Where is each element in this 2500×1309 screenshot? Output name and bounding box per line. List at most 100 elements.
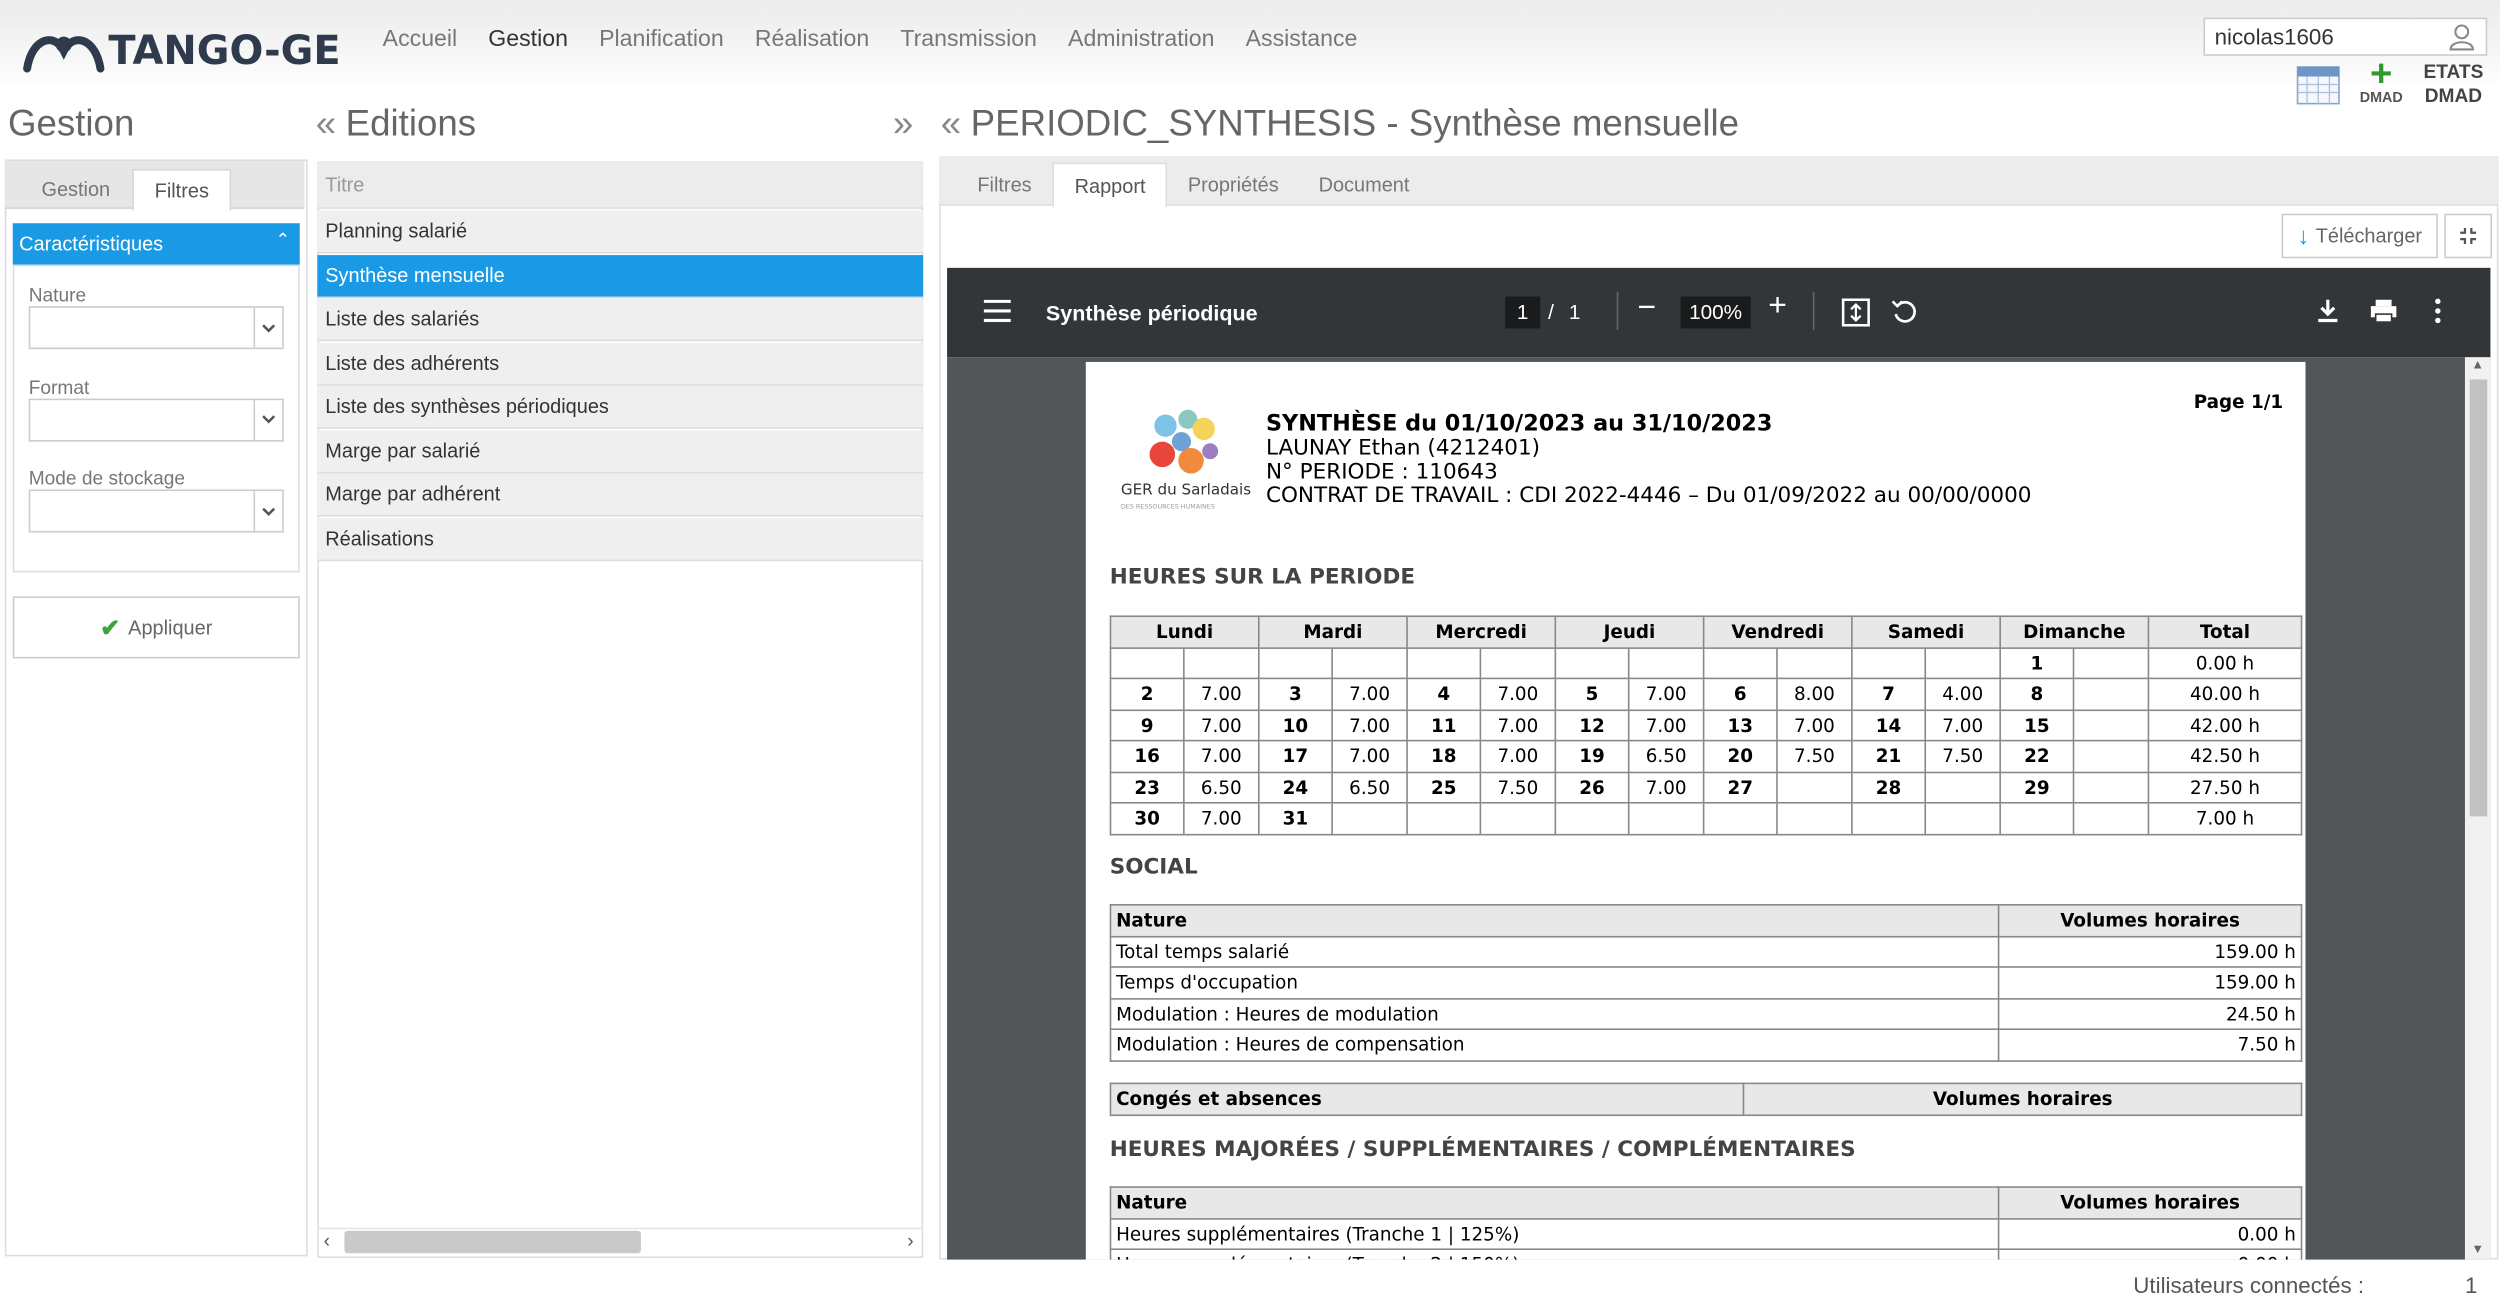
list-item[interactable]: Liste des adhérents <box>317 341 924 386</box>
day-hours: 6.50 <box>1183 770 1260 804</box>
scroll-left-icon[interactable]: ‹ <box>324 1229 330 1251</box>
collapse-left-icon[interactable]: « <box>316 102 336 145</box>
zoom-level[interactable]: 100% <box>1680 296 1751 329</box>
connected-users-count: 1 <box>2464 1272 2478 1298</box>
apply-label: Appliquer <box>128 616 213 639</box>
accordion-caracteristiques[interactable]: Caractéristiques ⌃ <box>12 223 300 265</box>
page-input[interactable]: 1 <box>1505 296 1541 329</box>
day-hours: 8.00 <box>1776 677 1853 711</box>
nav-realisation[interactable]: Réalisation <box>755 27 869 53</box>
download-button[interactable]: ↓ Télécharger <box>2281 213 2438 259</box>
day-hours <box>2072 677 2150 711</box>
day-hours <box>1627 646 1705 680</box>
select-nature[interactable] <box>28 306 284 350</box>
list-item[interactable]: Planning salarié <box>317 210 924 254</box>
day-number <box>1554 646 1630 680</box>
nav-assistance[interactable]: Assistance <box>1246 27 1358 53</box>
calendar-icon[interactable] <box>2296 64 2341 105</box>
chevron-down-icon[interactable] <box>253 307 283 348</box>
day-number: 8 <box>1999 677 2075 711</box>
day-hours: 7.50 <box>1776 739 1853 773</box>
list-item[interactable]: Liste des synthèses périodiques <box>317 385 924 429</box>
more-options-icon[interactable] <box>2435 298 2441 324</box>
maj-head-volumes: Volumes horaires <box>1997 1186 2303 1219</box>
day-number: 16 <box>1109 739 1185 773</box>
pdf-viewer[interactable]: GER du Sarladais DES RESSOURCES HUMAINES… <box>947 357 2491 1260</box>
day-number <box>1554 802 1630 835</box>
tab-filtres[interactable]: Filtres <box>132 169 232 211</box>
nature-cell: Total temps salarié <box>1109 935 2000 968</box>
day-number: 3 <box>1257 677 1333 711</box>
day-number <box>1406 802 1482 835</box>
rotate-icon[interactable] <box>1891 297 1920 326</box>
week-total: 0.00 h <box>2147 646 2303 680</box>
scrollbar-thumb[interactable] <box>344 1230 641 1254</box>
report-header: SYNTHÈSE du 01/10/2023 au 31/10/2023 LAU… <box>1265 412 2032 509</box>
pdf-scrollbar[interactable]: ▲ ▼ <box>2464 357 2491 1260</box>
calendar-row: 23 6.50 24 6.50 25 7.50 26 7.00 27 28 29 27.50 h <box>1109 770 2303 804</box>
user-field[interactable]: nicolas1606 <box>2203 17 2488 56</box>
logo-icon <box>23 36 105 73</box>
day-number: 27 <box>1702 770 1778 804</box>
list-item[interactable]: Marge par salarié <box>317 429 924 473</box>
day-number: 13 <box>1702 708 1778 742</box>
select-mode-stockage[interactable] <box>28 489 284 533</box>
nature-cell: Modulation : Heures de compensation <box>1109 1028 2000 1062</box>
day-number: 19 <box>1554 739 1630 773</box>
app-logo[interactable]: TANGO-GE <box>22 22 341 76</box>
menu-icon[interactable] <box>983 299 1011 323</box>
chevron-up-icon: ⌃ <box>275 231 291 251</box>
nature-cell: Heures supplémentaires (Tranche 2 | 150%… <box>1109 1248 2000 1260</box>
nav-planification[interactable]: Planification <box>599 27 724 53</box>
column-header-titre[interactable]: Titre <box>317 161 924 209</box>
apply-button[interactable]: ✔ Appliquer <box>12 596 300 659</box>
fit-page-icon[interactable] <box>1841 298 1871 327</box>
nav-accueil[interactable]: Accueil <box>383 27 458 53</box>
plus-icon: + <box>2370 52 2393 96</box>
download-icon[interactable] <box>2317 298 2339 324</box>
etats-label: ETATS <box>2423 60 2484 83</box>
day-number: 15 <box>1999 708 2075 742</box>
list-item[interactable]: Synthèse mensuelle <box>317 254 924 298</box>
employee-name: LAUNAY Ethan (4212401) <box>1265 435 1541 461</box>
pdf-scroll-thumb[interactable] <box>2469 379 2488 817</box>
tab-rapport[interactable]: Rapport <box>1052 162 1168 208</box>
fullscreen-button[interactable] <box>2444 213 2493 259</box>
dmad-button[interactable]: + DMAD <box>2360 52 2403 105</box>
contract-info: CONTRAT DE TRAVAIL : CDI 2022-4446 – Du … <box>1265 483 2032 509</box>
scroll-up-icon[interactable]: ▲ <box>2471 357 2484 371</box>
tab-proprietes[interactable]: Propriétés <box>1167 163 1299 208</box>
scroll-right-icon[interactable]: › <box>907 1229 913 1251</box>
calendar-row: 9 7.00 10 7.00 11 7.00 12 7.00 13 7.00 14 7.00 15 42.… <box>1109 708 2303 742</box>
tab-gestion[interactable]: Gestion <box>21 169 131 210</box>
nav-gestion[interactable]: Gestion <box>488 27 568 53</box>
section-heures: HEURES SUR LA PERIODE <box>1109 564 1416 590</box>
select-format[interactable] <box>28 397 284 441</box>
list-item[interactable]: Marge par adhérent <box>317 473 924 517</box>
user-icon[interactable] <box>2447 22 2476 51</box>
chevron-down-icon[interactable] <box>253 491 283 531</box>
tab-filtres-right[interactable]: Filtres <box>957 163 1053 208</box>
zoom-in-icon[interactable]: + <box>1768 289 1787 326</box>
day-number: 6 <box>1702 677 1778 711</box>
day-header: Samedi <box>1851 615 2001 649</box>
maj-head-nature: Nature <box>1109 1186 2000 1219</box>
expand-right-icon[interactable]: » <box>893 102 913 145</box>
day-hours: 7.00 <box>1183 708 1260 742</box>
list-item[interactable]: Liste des salariés <box>317 298 924 342</box>
day-hours: 7.00 <box>1331 677 1408 711</box>
print-icon[interactable] <box>2369 298 2398 324</box>
collapse-middle-icon[interactable]: « <box>941 102 961 145</box>
day-hours: 7.50 <box>1924 739 2001 773</box>
list-item[interactable]: Réalisations <box>317 517 924 561</box>
day-hours <box>2072 739 2150 773</box>
tab-document[interactable]: Document <box>1298 163 1430 208</box>
zoom-out-icon[interactable]: − <box>1637 290 1656 327</box>
nav-administration[interactable]: Administration <box>1068 27 1214 53</box>
user-name: nicolas1606 <box>2214 23 2334 50</box>
chevron-down-icon[interactable] <box>253 399 283 440</box>
nav-transmission[interactable]: Transmission <box>900 27 1037 53</box>
etats-dmad-button[interactable]: ETATS DMAD <box>2423 61 2483 109</box>
scroll-down-icon[interactable]: ▼ <box>2471 1242 2484 1256</box>
day-header: Total <box>2147 615 2303 649</box>
